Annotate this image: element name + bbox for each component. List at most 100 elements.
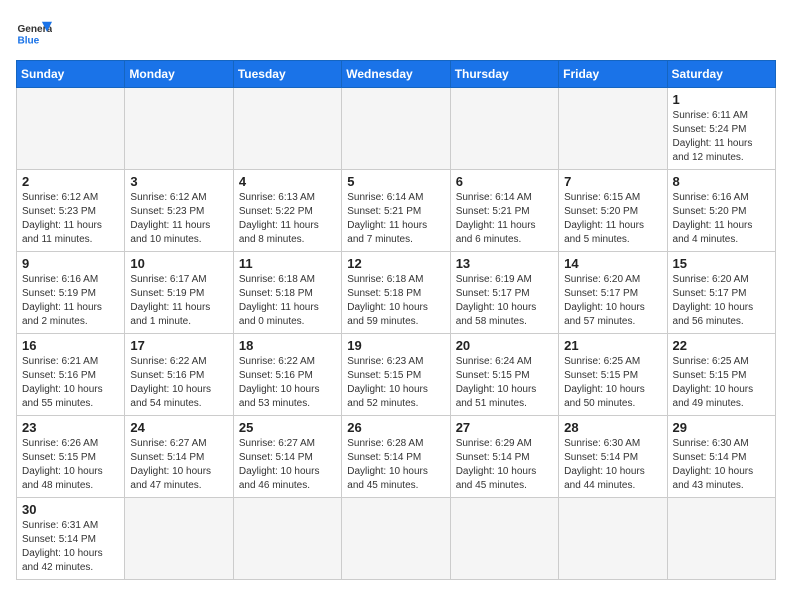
day-number: 22 — [673, 338, 770, 353]
day-number: 1 — [673, 92, 770, 107]
calendar-cell: 13 Sunrise: 6:19 AM Sunset: 5:17 PM Dayli… — [450, 252, 558, 334]
calendar-cell: 28 Sunrise: 6:30 AM Sunset: 5:14 PM Dayli… — [559, 416, 667, 498]
day-number: 9 — [22, 256, 119, 271]
day-info: Sunrise: 6:15 AM Sunset: 5:20 PM Dayligh… — [564, 191, 661, 247]
day-info: Sunrise: 6:14 AM Sunset: 5:21 PM Dayligh… — [347, 191, 444, 247]
day-info: Sunrise: 6:30 AM Sunset: 5:14 PM Dayligh… — [673, 437, 770, 493]
logo-icon: General Blue — [16, 16, 52, 52]
calendar-cell — [559, 498, 667, 580]
page-header: General Blue — [16, 16, 776, 52]
calendar-week-5: 30Sunrise: 6:31 AM Sunset: 5:14 PM Dayli… — [17, 498, 776, 580]
day-info: Sunrise: 6:27 AM Sunset: 5:14 PM Dayligh… — [130, 437, 227, 493]
day-header-sunday: Sunday — [17, 61, 125, 88]
day-info: Sunrise: 6:14 AM Sunset: 5:21 PM Dayligh… — [456, 191, 553, 247]
calendar-week-2: 9 Sunrise: 6:16 AM Sunset: 5:19 PM Daylig… — [17, 252, 776, 334]
day-number: 30 — [22, 502, 119, 517]
calendar-cell — [450, 498, 558, 580]
day-number: 5 — [347, 174, 444, 189]
day-info: Sunrise: 6:18 AM Sunset: 5:18 PM Dayligh… — [347, 273, 444, 329]
calendar-cell: 7 Sunrise: 6:15 AM Sunset: 5:20 PM Daylig… — [559, 170, 667, 252]
day-info: Sunrise: 6:19 AM Sunset: 5:17 PM Dayligh… — [456, 273, 553, 329]
day-info: Sunrise: 6:20 AM Sunset: 5:17 PM Dayligh… — [564, 273, 661, 329]
day-number: 21 — [564, 338, 661, 353]
day-number: 14 — [564, 256, 661, 271]
calendar-cell: 10Sunrise: 6:17 AM Sunset: 5:19 PM Dayli… — [125, 252, 233, 334]
day-header-saturday: Saturday — [667, 61, 775, 88]
calendar-cell — [559, 88, 667, 170]
calendar-cell: 22 Sunrise: 6:25 AM Sunset: 5:15 PM Dayli… — [667, 334, 775, 416]
calendar-week-4: 23Sunrise: 6:26 AM Sunset: 5:15 PM Dayli… — [17, 416, 776, 498]
day-number: 2 — [22, 174, 119, 189]
calendar-cell: 12 Sunrise: 6:18 AM Sunset: 5:18 PM Dayli… — [342, 252, 450, 334]
day-info: Sunrise: 6:26 AM Sunset: 5:15 PM Dayligh… — [22, 437, 119, 493]
calendar-cell: 20 Sunrise: 6:24 AM Sunset: 5:15 PM Dayli… — [450, 334, 558, 416]
day-number: 7 — [564, 174, 661, 189]
calendar-cell: 18 Sunrise: 6:22 AM Sunset: 5:16 PM Dayli… — [233, 334, 341, 416]
calendar-cell — [233, 88, 341, 170]
calendar-cell: 2 Sunrise: 6:12 AM Sunset: 5:23 PM Daylig… — [17, 170, 125, 252]
day-info: Sunrise: 6:16 AM Sunset: 5:19 PM Dayligh… — [22, 273, 119, 329]
calendar-cell: 8 Sunrise: 6:16 AM Sunset: 5:20 PM Daylig… — [667, 170, 775, 252]
day-info: Sunrise: 6:23 AM Sunset: 5:15 PM Dayligh… — [347, 355, 444, 411]
day-number: 29 — [673, 420, 770, 435]
day-info: Sunrise: 6:17 AM Sunset: 5:19 PM Dayligh… — [130, 273, 227, 329]
day-number: 20 — [456, 338, 553, 353]
calendar-header-row: SundayMondayTuesdayWednesdayThursdayFrid… — [17, 61, 776, 88]
day-number: 4 — [239, 174, 336, 189]
day-number: 15 — [673, 256, 770, 271]
calendar-cell — [667, 498, 775, 580]
calendar-cell: 9 Sunrise: 6:16 AM Sunset: 5:19 PM Daylig… — [17, 252, 125, 334]
day-number: 11 — [239, 256, 336, 271]
day-info: Sunrise: 6:29 AM Sunset: 5:14 PM Dayligh… — [456, 437, 553, 493]
day-info: Sunrise: 6:25 AM Sunset: 5:15 PM Dayligh… — [673, 355, 770, 411]
calendar-week-0: 1 Sunrise: 6:11 AM Sunset: 5:24 PM Daylig… — [17, 88, 776, 170]
calendar-cell: 17 Sunrise: 6:22 AM Sunset: 5:16 PM Dayli… — [125, 334, 233, 416]
day-number: 17 — [130, 338, 227, 353]
day-info: Sunrise: 6:27 AM Sunset: 5:14 PM Dayligh… — [239, 437, 336, 493]
day-number: 18 — [239, 338, 336, 353]
day-info: Sunrise: 6:20 AM Sunset: 5:17 PM Dayligh… — [673, 273, 770, 329]
calendar-cell: 23Sunrise: 6:26 AM Sunset: 5:15 PM Dayli… — [17, 416, 125, 498]
day-info: Sunrise: 6:12 AM Sunset: 5:23 PM Dayligh… — [22, 191, 119, 247]
calendar-cell: 14 Sunrise: 6:20 AM Sunset: 5:17 PM Dayli… — [559, 252, 667, 334]
day-info: Sunrise: 6:22 AM Sunset: 5:16 PM Dayligh… — [239, 355, 336, 411]
day-number: 28 — [564, 420, 661, 435]
day-header-wednesday: Wednesday — [342, 61, 450, 88]
day-number: 26 — [347, 420, 444, 435]
calendar-cell: 4 Sunrise: 6:13 AM Sunset: 5:22 PM Daylig… — [233, 170, 341, 252]
calendar-cell — [17, 88, 125, 170]
day-info: Sunrise: 6:25 AM Sunset: 5:15 PM Dayligh… — [564, 355, 661, 411]
day-info: Sunrise: 6:11 AM Sunset: 5:24 PM Dayligh… — [673, 109, 770, 165]
calendar-cell: 24 Sunrise: 6:27 AM Sunset: 5:14 PM Dayli… — [125, 416, 233, 498]
day-number: 27 — [456, 420, 553, 435]
calendar-week-1: 2 Sunrise: 6:12 AM Sunset: 5:23 PM Daylig… — [17, 170, 776, 252]
calendar-cell — [125, 498, 233, 580]
day-info: Sunrise: 6:13 AM Sunset: 5:22 PM Dayligh… — [239, 191, 336, 247]
calendar-cell: 16Sunrise: 6:21 AM Sunset: 5:16 PM Dayli… — [17, 334, 125, 416]
calendar: SundayMondayTuesdayWednesdayThursdayFrid… — [16, 60, 776, 580]
calendar-cell — [342, 498, 450, 580]
day-info: Sunrise: 6:21 AM Sunset: 5:16 PM Dayligh… — [22, 355, 119, 411]
day-number: 8 — [673, 174, 770, 189]
calendar-cell — [450, 88, 558, 170]
day-number: 13 — [456, 256, 553, 271]
calendar-cell — [342, 88, 450, 170]
day-info: Sunrise: 6:28 AM Sunset: 5:14 PM Dayligh… — [347, 437, 444, 493]
calendar-cell: 30Sunrise: 6:31 AM Sunset: 5:14 PM Dayli… — [17, 498, 125, 580]
day-number: 3 — [130, 174, 227, 189]
day-header-friday: Friday — [559, 61, 667, 88]
day-info: Sunrise: 6:24 AM Sunset: 5:15 PM Dayligh… — [456, 355, 553, 411]
day-info: Sunrise: 6:22 AM Sunset: 5:16 PM Dayligh… — [130, 355, 227, 411]
calendar-cell — [125, 88, 233, 170]
day-info: Sunrise: 6:16 AM Sunset: 5:20 PM Dayligh… — [673, 191, 770, 247]
day-header-monday: Monday — [125, 61, 233, 88]
day-header-thursday: Thursday — [450, 61, 558, 88]
day-number: 19 — [347, 338, 444, 353]
day-info: Sunrise: 6:30 AM Sunset: 5:14 PM Dayligh… — [564, 437, 661, 493]
day-number: 24 — [130, 420, 227, 435]
calendar-cell: 29 Sunrise: 6:30 AM Sunset: 5:14 PM Dayli… — [667, 416, 775, 498]
day-number: 12 — [347, 256, 444, 271]
calendar-cell — [233, 498, 341, 580]
calendar-cell: 11Sunrise: 6:18 AM Sunset: 5:18 PM Dayli… — [233, 252, 341, 334]
calendar-cell: 21 Sunrise: 6:25 AM Sunset: 5:15 PM Dayli… — [559, 334, 667, 416]
